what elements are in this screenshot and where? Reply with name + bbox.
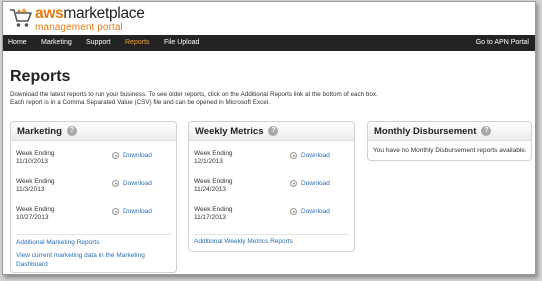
report-row: Week Ending 12/1/2013	[194, 150, 233, 167]
nav-reports[interactable]: Reports	[125, 35, 150, 51]
monthly-box-header: Monthly Disbursement ?	[368, 122, 531, 141]
page-intro: Download the latest reports to run your …	[10, 91, 530, 108]
download-link[interactable]: Download	[290, 180, 330, 187]
download-label: Download	[301, 152, 330, 159]
download-link[interactable]: Download	[112, 208, 152, 215]
download-link[interactable]: Download	[290, 208, 330, 215]
download-icon	[112, 208, 119, 215]
row-date: 12/1/2013	[194, 158, 223, 166]
download-label: Download	[123, 180, 152, 187]
download-icon	[290, 152, 297, 159]
weekly-box-title: Weekly Metrics	[195, 125, 264, 137]
nav-home[interactable]: Home	[8, 35, 27, 51]
download-label: Download	[301, 208, 330, 215]
dashboard-link-line-2: Dashboard	[16, 260, 48, 268]
marketing-box-header: Marketing ?	[11, 122, 176, 141]
download-link[interactable]: Download	[290, 152, 330, 159]
empty-state-message: You have no Monthly Disbursement reports…	[373, 147, 527, 154]
download-label: Download	[123, 208, 152, 215]
nav-file-upload[interactable]: File Upload	[164, 35, 199, 51]
download-icon	[290, 180, 297, 187]
marketing-dashboard-link[interactable]: View current marketing data in the Marke…	[16, 252, 145, 269]
row-label: Week Ending	[16, 178, 55, 185]
monthly-box-title: Monthly Disbursement	[374, 125, 477, 137]
download-icon	[112, 152, 119, 159]
intro-line-1: Download the latest reports to run your …	[10, 91, 378, 98]
nav-marketing[interactable]: Marketing	[41, 35, 72, 51]
logo-title: awsmarketplace	[35, 5, 145, 22]
row-label: Week Ending	[16, 150, 55, 157]
report-row: Week Ending 10/27/2013	[16, 206, 55, 223]
help-icon[interactable]: ?	[66, 126, 77, 136]
row-date: 11/24/2013	[194, 186, 227, 194]
marketing-box-title: Marketing	[17, 125, 62, 137]
report-row: Week Ending 11/17/2013	[194, 206, 233, 223]
page-title: Reports	[10, 68, 71, 85]
download-link[interactable]: Download	[112, 180, 152, 187]
report-row: Week Ending 11/3/2013	[16, 178, 55, 195]
row-date: 11/17/2013	[194, 214, 227, 222]
report-row: Week Ending 11/24/2013	[194, 178, 233, 195]
dashboard-link-line-1: View current marketing data in the Marke…	[16, 252, 145, 259]
report-row: Week Ending 11/10/2013	[16, 150, 55, 167]
monthly-disbursement-box: Monthly Disbursement ? You have no Month…	[367, 121, 532, 161]
download-icon	[112, 180, 119, 187]
row-label: Week Ending	[194, 150, 233, 157]
main-nav-bar: Home Marketing Support Reports File Uplo…	[3, 35, 535, 51]
help-icon[interactable]: ?	[481, 126, 492, 136]
download-link[interactable]: Download	[112, 152, 152, 159]
row-label: Week Ending	[194, 178, 233, 185]
apn-portal-link[interactable]: Go to APN Portal	[476, 35, 529, 51]
row-label: Week Ending	[16, 206, 55, 213]
row-date: 11/10/2013	[16, 158, 49, 166]
portal-window: awsmarketplace management portal Home Ma…	[2, 1, 536, 275]
divider	[16, 234, 171, 235]
download-label: Download	[301, 180, 330, 187]
logo-subtitle: management portal	[35, 21, 123, 33]
row-date: 10/27/2013	[16, 214, 49, 222]
shopping-cart-icon	[10, 8, 32, 27]
help-icon[interactable]: ?	[268, 126, 279, 136]
download-icon	[290, 208, 297, 215]
row-date: 11/3/2013	[16, 186, 45, 194]
additional-weekly-metrics-link[interactable]: Additional Weekly Metrics Reports	[194, 238, 293, 247]
intro-line-2: Each report is in a Comma Separated Valu…	[10, 99, 270, 107]
aws-marketplace-logo[interactable]: awsmarketplace management portal	[9, 6, 145, 32]
weekly-metrics-box: Weekly Metrics ? Week Ending 12/1/2013 D…	[188, 121, 355, 252]
row-label: Week Ending	[194, 206, 233, 213]
additional-marketing-reports-link[interactable]: Additional Marketing Reports	[16, 239, 99, 248]
nav-support[interactable]: Support	[86, 35, 111, 51]
weekly-box-header: Weekly Metrics ?	[189, 122, 354, 141]
divider	[194, 234, 349, 235]
download-label: Download	[123, 152, 152, 159]
marketing-reports-box: Marketing ? Week Ending 11/10/2013 Downl…	[10, 121, 177, 273]
